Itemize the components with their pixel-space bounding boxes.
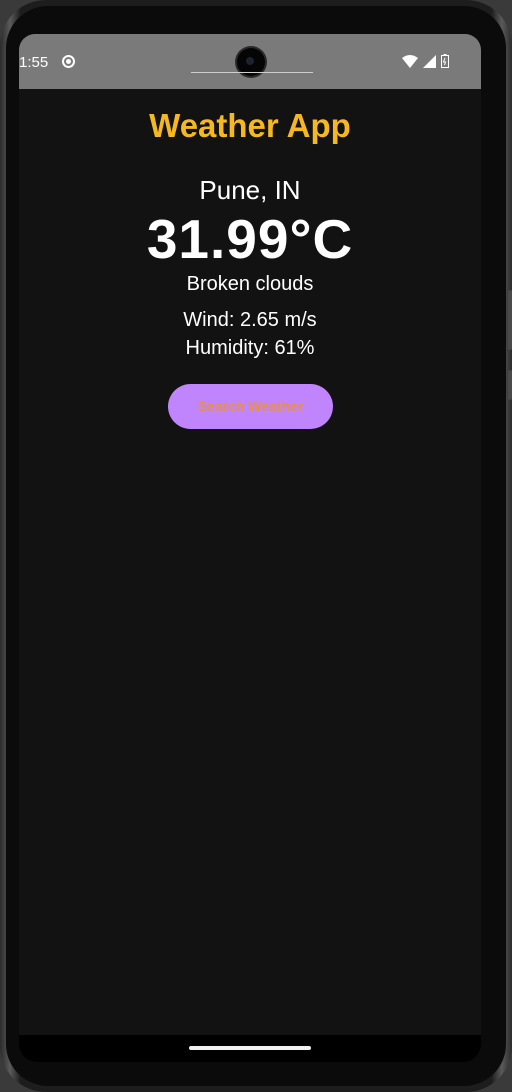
navigation-bar — [19, 1035, 481, 1062]
system-icons — [402, 52, 449, 70]
status-bar: 1:55 — [19, 34, 481, 89]
earpiece-line — [191, 72, 313, 73]
volume-button — [508, 290, 512, 350]
wifi-icon — [402, 54, 418, 68]
battery-icon — [441, 54, 449, 68]
temperature-value: 31.99°C — [146, 208, 354, 270]
signal-icon — [423, 54, 436, 68]
app-title: Weather App — [149, 107, 351, 144]
search-weather-button[interactable]: Search Weather — [168, 384, 333, 429]
weather-condition: Broken clouds — [186, 273, 314, 295]
wind-speed: Wind: 2.65 m/s — [183, 309, 317, 331]
humidity-value: Humidity: 61% — [185, 337, 315, 359]
phone-screen: 1:55 Weather App Pune, IN 31.99°C Broken… — [19, 34, 481, 1062]
city-label: Pune, IN — [199, 175, 301, 205]
device-frame: 1:55 Weather App Pune, IN 31.99°C Broken… — [0, 0, 512, 1092]
notification-dot-icon — [62, 55, 75, 68]
power-button — [508, 370, 512, 400]
status-time: 1:55 — [19, 54, 49, 71]
home-indicator[interactable] — [189, 1046, 311, 1050]
